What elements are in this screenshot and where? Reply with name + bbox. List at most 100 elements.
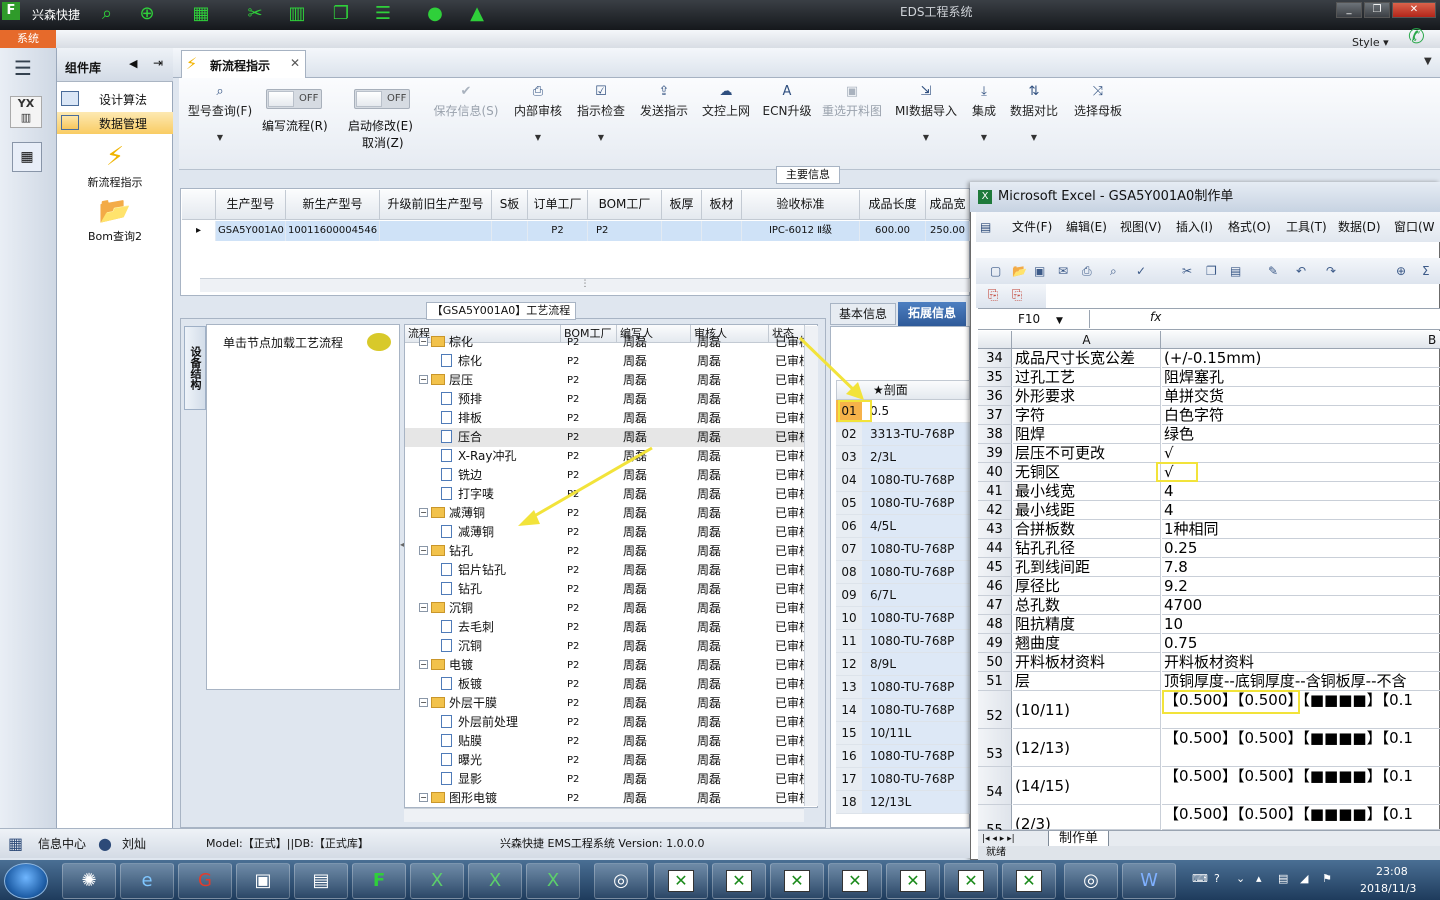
row-header[interactable]: 49 bbox=[978, 634, 1012, 653]
cell-a[interactable]: 过孔工艺 bbox=[1013, 368, 1161, 387]
equipment-structure-tab[interactable]: 设备结构 bbox=[184, 326, 206, 410]
layer-row[interactable]: 15 10/11L bbox=[836, 722, 970, 745]
excel-taskbar-icon[interactable]: X bbox=[410, 863, 464, 899]
data-compare-button[interactable]: ⇅ 数据对比 ▼ bbox=[1008, 84, 1060, 142]
new-flow-item[interactable]: ⚡ 新流程指示 bbox=[57, 140, 173, 190]
expand-toggle-icon[interactable]: − bbox=[419, 660, 428, 669]
cell-a[interactable]: 厚径比 bbox=[1013, 577, 1161, 596]
table-cell[interactable]: 600.00 bbox=[860, 221, 926, 241]
volume-icon[interactable]: ◢ bbox=[1300, 872, 1308, 885]
tree-row[interactable]: 去毛刺 P2 周磊 周磊 已审核 bbox=[405, 618, 817, 637]
tree-row[interactable]: 铝片钻孔 P2 周磊 周磊 已审核 bbox=[405, 561, 817, 580]
tree-node[interactable]: 显影 bbox=[441, 770, 561, 789]
cell-b[interactable]: 白色字符 bbox=[1162, 406, 1440, 425]
table-cell[interactable]: 250.00 bbox=[926, 221, 970, 241]
tree-node[interactable]: 铝片钻孔 bbox=[441, 561, 561, 580]
layer-row[interactable]: 17 1080-TU-768P bbox=[836, 768, 970, 791]
horizontal-scrollbar[interactable]: ⋮ bbox=[200, 278, 970, 292]
cell-a[interactable]: 字符 bbox=[1013, 406, 1161, 425]
expand-toggle-icon[interactable]: − bbox=[419, 793, 428, 802]
tree-row[interactable]: 板镀 P2 周磊 周磊 已审核 bbox=[405, 675, 817, 694]
calculator-icon[interactable]: ▦ bbox=[12, 142, 42, 172]
tree-node[interactable]: − 电镀 bbox=[419, 656, 561, 675]
hamburger-icon[interactable]: ☰ bbox=[14, 56, 32, 80]
mi-import-button[interactable]: ⇲ MI数据导入 ▼ bbox=[892, 84, 960, 142]
layer-row[interactable]: 07 1080-TU-768P bbox=[836, 538, 970, 561]
tree-node[interactable]: 外层前处理 bbox=[441, 713, 561, 732]
network-app-icon[interactable]: ◎ bbox=[594, 863, 648, 899]
cancel-label[interactable]: 取消(Z) bbox=[362, 134, 404, 151]
cell-a[interactable]: 合拼板数 bbox=[1013, 520, 1161, 539]
tree-node[interactable]: 板镀 bbox=[441, 675, 561, 694]
start-button[interactable] bbox=[4, 863, 48, 899]
user-icon[interactable]: ● bbox=[422, 2, 448, 26]
table-cell[interactable]: IPC-6012 Ⅱ级 bbox=[742, 221, 860, 241]
menu-item[interactable]: 文件(F) bbox=[1012, 212, 1052, 242]
tab-basic-info[interactable]: 基本信息 bbox=[830, 303, 896, 325]
cell-a[interactable]: (2/3) bbox=[1013, 805, 1161, 830]
edit-flow-toggle[interactable]: OFF bbox=[266, 89, 322, 109]
column-header-a[interactable]: A bbox=[1013, 331, 1161, 349]
row-header[interactable]: 37 bbox=[978, 406, 1012, 425]
tree-row[interactable]: − 图形电镀 P2 周磊 周磊 已审核 bbox=[405, 789, 817, 807]
apps-icon[interactable]: ▦ bbox=[8, 829, 23, 859]
row-header[interactable]: 51 bbox=[978, 672, 1012, 691]
eds-app-icon[interactable]: F bbox=[352, 863, 406, 899]
integrate-button[interactable]: ⤓ 集成 ▼ bbox=[966, 84, 1002, 142]
column-header[interactable]: 成品宽 bbox=[926, 190, 970, 220]
cell-b[interactable]: 顶铜厚度--底铜厚度--含铜板厚--不含 bbox=[1162, 672, 1440, 691]
column-header[interactable]: 成品长度 bbox=[860, 190, 926, 220]
ie-icon[interactable]: e bbox=[120, 863, 174, 899]
info-center-label[interactable]: 信息中心 bbox=[38, 829, 86, 859]
cell-a[interactable]: (14/15) bbox=[1013, 767, 1161, 805]
cell-a[interactable]: 阻焊 bbox=[1013, 425, 1161, 444]
chevron-down-icon[interactable]: ⌄ bbox=[1236, 872, 1245, 885]
help-icon[interactable]: ? bbox=[1214, 872, 1220, 885]
spelling-icon[interactable]: ✓ bbox=[1136, 258, 1146, 284]
window-taskbar-icon[interactable]: ✕ bbox=[654, 863, 708, 899]
tree-row[interactable]: 沉铜 P2 周磊 周磊 已审核 bbox=[405, 637, 817, 656]
cell-a[interactable]: 最小线宽 bbox=[1013, 482, 1161, 501]
row-header[interactable]: 38 bbox=[978, 425, 1012, 444]
window-taskbar-icon[interactable]: ✕ bbox=[712, 863, 766, 899]
cell-b[interactable]: 绿色 bbox=[1162, 425, 1440, 444]
network-app-icon[interactable]: ◎ bbox=[1064, 863, 1118, 899]
row-header[interactable]: 34 bbox=[978, 349, 1012, 368]
film-icon[interactable]: ▥ bbox=[284, 2, 310, 26]
collapse-left-icon[interactable]: ◀ bbox=[129, 57, 137, 70]
column-header-b[interactable]: B bbox=[1428, 331, 1436, 349]
row-header[interactable]: 36 bbox=[978, 387, 1012, 406]
clock-time[interactable]: 23:08 bbox=[1376, 865, 1408, 878]
menu-item[interactable]: 编辑(E) bbox=[1066, 212, 1107, 242]
component-item-design-algorithm[interactable]: 设计算法 bbox=[57, 88, 173, 110]
cell-a[interactable]: 孔到线间距 bbox=[1013, 558, 1161, 577]
cell-a[interactable]: 开料板材资料 bbox=[1013, 653, 1161, 672]
shell-app-icon[interactable]: ✺ bbox=[62, 863, 116, 899]
chart-icon[interactable]: ▲ bbox=[464, 2, 490, 26]
doc-control-button[interactable]: ☁ 文控上网 bbox=[698, 84, 754, 119]
cell-b[interactable]: √ bbox=[1162, 444, 1440, 463]
arrow-up-icon[interactable]: ▴ bbox=[1256, 872, 1262, 885]
layer-row[interactable]: 09 6/7L bbox=[836, 584, 970, 607]
chevron-down-icon[interactable]: ▼ bbox=[1424, 56, 1432, 67]
tree-row[interactable]: 贴膜 P2 周磊 周磊 已审核 bbox=[405, 732, 817, 751]
tree-row[interactable]: − 外层干膜 P2 周磊 周磊 已审核 bbox=[405, 694, 817, 713]
cell-a[interactable]: 外形要求 bbox=[1013, 387, 1161, 406]
expand-toggle-icon[interactable]: − bbox=[419, 698, 428, 707]
row-header[interactable]: 40 bbox=[978, 463, 1012, 482]
row-header[interactable]: 52 bbox=[978, 691, 1012, 729]
cell-b[interactable]: √ bbox=[1162, 463, 1440, 482]
tree-node[interactable]: 曝光 bbox=[441, 751, 561, 770]
tree-node[interactable]: 沉铜 bbox=[441, 637, 561, 656]
scanner-icon[interactable]: ▤ bbox=[294, 863, 348, 899]
app-icon[interactable]: G bbox=[178, 863, 232, 899]
row-header[interactable]: 43 bbox=[978, 520, 1012, 539]
window-taskbar-icon[interactable]: ✕ bbox=[1002, 863, 1056, 899]
row-header[interactable]: 41 bbox=[978, 482, 1012, 501]
row-header[interactable]: 45 bbox=[978, 558, 1012, 577]
cell-b[interactable]: 阻焊塞孔 bbox=[1162, 368, 1440, 387]
cut-icon[interactable]: ✂ bbox=[1182, 258, 1192, 284]
cell-a[interactable]: 阻抗精度 bbox=[1013, 615, 1161, 634]
cell-b[interactable]: 单拼交货 bbox=[1162, 387, 1440, 406]
tree-node[interactable]: − 图形电镀 bbox=[419, 789, 561, 807]
